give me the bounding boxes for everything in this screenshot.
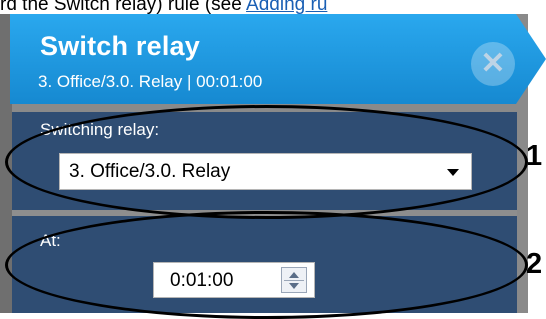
close-icon[interactable]: ✕	[471, 42, 515, 86]
dialog-title: Switch relay	[40, 31, 200, 61]
dialog-subtitle: 3. Office/3.0. Relay | 00:01:00	[38, 72, 263, 91]
intro-text: rd the Switch relay) rule (see Adding ru	[0, 0, 546, 14]
callout-oval-2	[5, 211, 528, 319]
adding-rules-link[interactable]: Adding ru	[246, 0, 327, 14]
intro-sentence: rd the Switch relay) rule (see	[0, 0, 247, 14]
callout-number-2: 2	[526, 248, 543, 280]
callout-oval-1	[5, 105, 528, 219]
callout-number-1: 1	[526, 140, 543, 172]
